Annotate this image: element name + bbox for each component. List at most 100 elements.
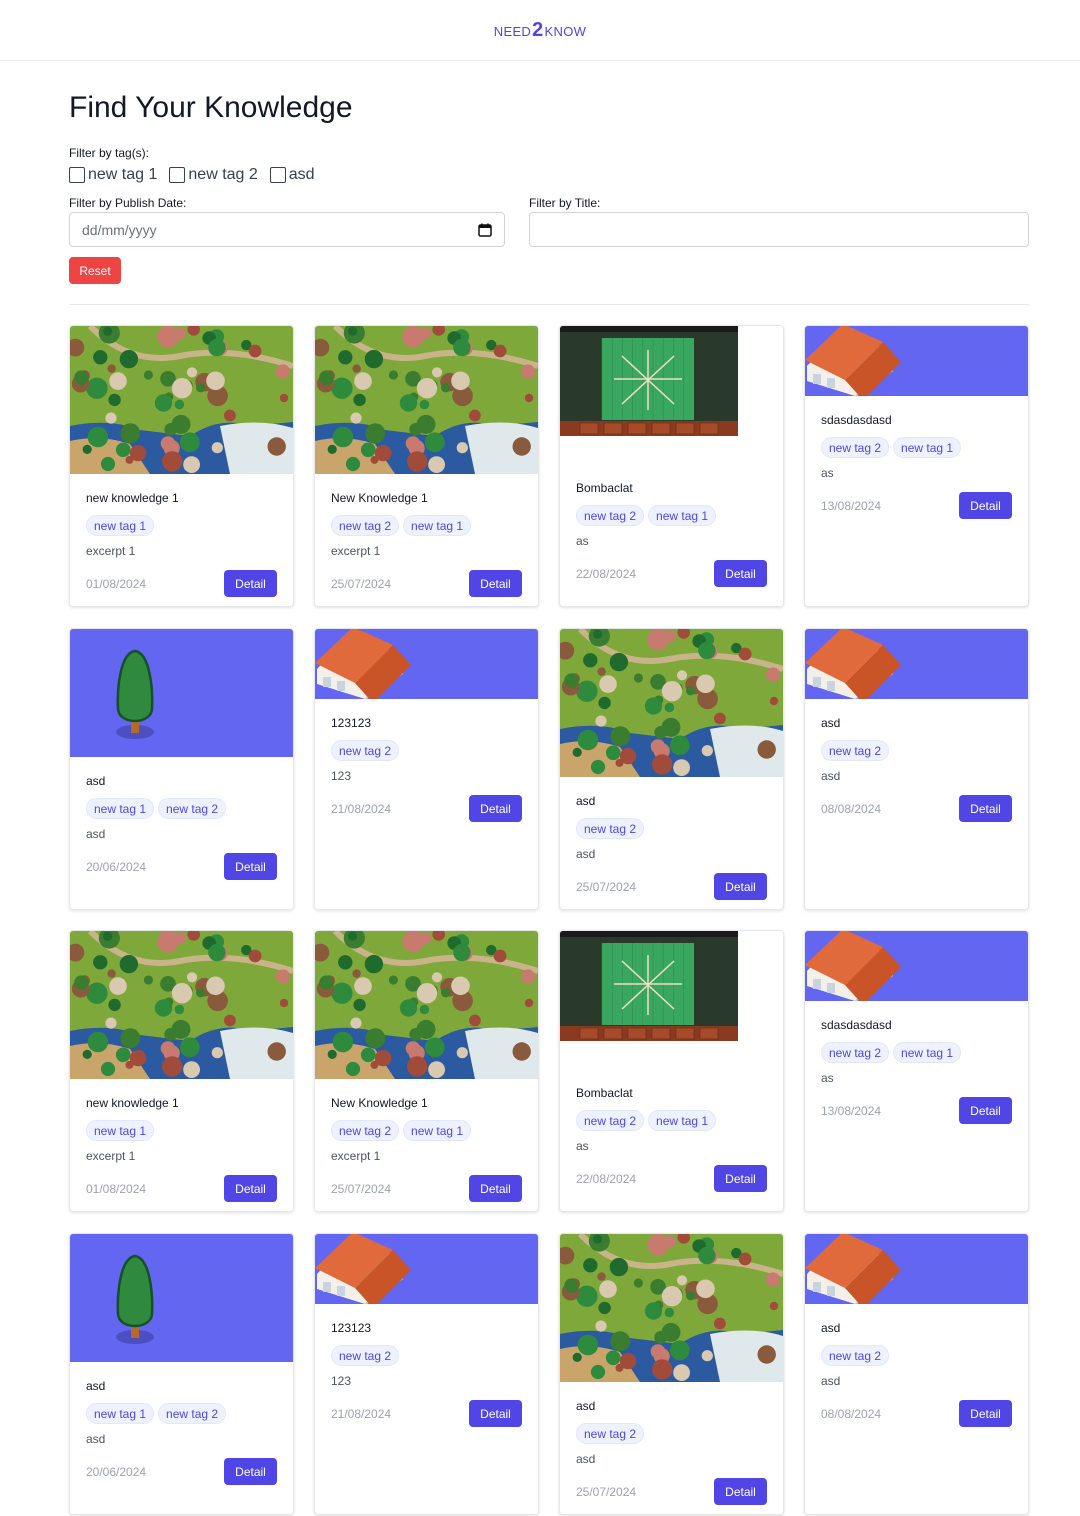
publish-date: 20/06/2024 <box>86 859 147 874</box>
knowledge-card[interactable]: asd new tag 1 new tag 2 asd 20/06/2024 Detail <box>69 1233 294 1515</box>
tag-filter-label-text: new tag 1 <box>88 166 158 183</box>
card-footer: 20/06/2024 Detail <box>86 1458 277 1485</box>
knowledge-card[interactable]: 123123 new tag 2 123 21/08/2024 Detail <box>314 628 539 910</box>
detail-button[interactable]: Detail <box>224 853 277 880</box>
card-title: Bombaclat <box>576 1086 633 1100</box>
card-title: asd <box>821 1321 841 1335</box>
top-navbar: NEED 2 KNOW <box>0 0 1080 61</box>
knowledge-card[interactable]: sdasdasdasd new tag 2 new tag 1 as 13/08/202… <box>804 325 1029 607</box>
date-filter-input[interactable]: dd/mm/yyyy <box>69 212 505 247</box>
card-body: asd new tag 1 new tag 2 asd 20/06/2024 Detail <box>70 757 293 880</box>
knowledge-card[interactable]: 123123 new tag 2 123 21/08/2024 Detail <box>314 1233 539 1515</box>
card-body: 123123 new tag 2 123 21/08/2024 Detail <box>315 699 538 822</box>
card-excerpt: as <box>576 534 589 548</box>
tag-badge: new tag 1 <box>893 437 962 458</box>
knowledge-card[interactable]: asd new tag 2 asd 08/08/2024 Detail <box>804 1233 1029 1515</box>
card-body: Bombaclat new tag 2 new tag 1 as 22/08/2024 D… <box>560 436 783 587</box>
knowledge-card[interactable]: asd new tag 1 new tag 2 asd 20/06/2024 Detail <box>69 628 294 910</box>
card-excerpt: 123 <box>331 1374 352 1388</box>
detail-button[interactable]: Detail <box>469 1400 522 1427</box>
detail-button[interactable]: Detail <box>224 1175 277 1202</box>
card-title: asd <box>576 1399 596 1413</box>
card-title: new knowledge 1 <box>86 1096 179 1110</box>
card-body: new knowledge 1 new tag 1 excerpt 1 01/08/2… <box>70 474 293 597</box>
calendar-icon[interactable] <box>478 223 492 237</box>
tag-filter-checkbox[interactable] <box>69 167 85 183</box>
tag-badge: new tag 2 <box>576 505 645 526</box>
tag-filter-option[interactable]: new tag 1 <box>69 166 157 184</box>
publish-date: 13/08/2024 <box>821 1103 882 1118</box>
reset-button[interactable]: Reset <box>69 257 121 284</box>
card-excerpt: asd <box>576 1452 596 1466</box>
detail-button[interactable]: Detail <box>714 873 767 900</box>
detail-button[interactable]: Detail <box>714 1478 767 1505</box>
card-title: Bombaclat <box>576 481 633 495</box>
detail-button[interactable]: Detail <box>469 795 522 822</box>
detail-button[interactable]: Detail <box>959 1400 1012 1427</box>
card-body: asd new tag 1 new tag 2 asd 20/06/2024 Detail <box>70 1362 293 1485</box>
detail-button[interactable]: Detail <box>959 492 1012 519</box>
detail-button[interactable]: Detail <box>714 1165 767 1192</box>
publish-date: 01/08/2024 <box>86 1181 147 1196</box>
card-body: asd new tag 2 asd 25/07/2024 Detail <box>560 1382 783 1505</box>
card-footer: 21/08/2024 Detail <box>331 795 522 822</box>
detail-button[interactable]: Detail <box>959 795 1012 822</box>
knowledge-card[interactable]: New Knowledge 1 new tag 2 new tag 1 excerpt… <box>314 325 539 607</box>
house-thumbnail <box>805 931 1028 1001</box>
card-excerpt: asd <box>86 1432 106 1446</box>
date-placeholder: dd/mm/yyyy <box>82 221 157 238</box>
card-excerpt: excerpt 1 <box>86 544 136 558</box>
detail-button[interactable]: Detail <box>714 560 767 587</box>
detail-button[interactable]: Detail <box>469 570 522 597</box>
knowledge-card[interactable]: new knowledge 1 new tag 1 excerpt 1 01/08/2… <box>69 325 294 607</box>
card-excerpt: as <box>576 1139 589 1153</box>
knowledge-card[interactable]: asd new tag 2 asd 25/07/2024 Detail <box>559 1233 784 1515</box>
card-excerpt: as <box>821 466 834 480</box>
tag-badge: new tag 2 <box>821 1345 890 1366</box>
card-footer: 01/08/2024 Detail <box>86 1175 277 1202</box>
knowledge-card[interactable]: New Knowledge 1 new tag 2 new tag 1 excerpt… <box>314 930 539 1212</box>
detail-button[interactable]: Detail <box>224 570 277 597</box>
card-body: asd new tag 2 asd 25/07/2024 Detail <box>560 777 783 900</box>
detail-button[interactable]: Detail <box>469 1175 522 1202</box>
publish-date: 25/07/2024 <box>331 1181 392 1196</box>
knowledge-card[interactable]: Bombaclat new tag 2 new tag 1 as 22/08/2024 D… <box>559 325 784 607</box>
card-excerpt: asd <box>576 847 596 861</box>
card-footer: 20/06/2024 Detail <box>86 853 277 880</box>
publish-date: 21/08/2024 <box>331 1406 392 1421</box>
logo-text-need: NEED <box>493 24 532 39</box>
tag-filter-option[interactable]: new tag 2 <box>169 166 258 184</box>
card-title: 123123 <box>331 1321 372 1335</box>
knowledge-card[interactable]: sdasdasdasd new tag 2 new tag 1 as 13/08/202… <box>804 930 1029 1212</box>
tag-badge: new tag 2 <box>821 437 890 458</box>
card-footer: 01/08/2024 Detail <box>86 570 277 597</box>
date-filter-label: Filter by Publish Date: <box>69 196 187 210</box>
title-filter-input[interactable] <box>529 212 1029 247</box>
tag-filter-group: new tag 1 new tag 2 asd <box>69 165 315 185</box>
house-thumbnail <box>805 1234 1028 1304</box>
detail-button[interactable]: Detail <box>224 1458 277 1485</box>
card-title: asd <box>86 1379 106 1393</box>
forest-map-thumbnail <box>315 326 538 474</box>
house-thumbnail <box>805 629 1028 699</box>
card-body: sdasdasdasd new tag 2 new tag 1 as 13/08/202… <box>805 396 1028 519</box>
house-thumbnail <box>315 629 538 699</box>
knowledge-card[interactable]: asd new tag 2 asd 25/07/2024 Detail <box>559 628 784 910</box>
publish-date: 01/08/2024 <box>86 576 147 591</box>
knowledge-card[interactable]: new knowledge 1 new tag 1 excerpt 1 01/08/2… <box>69 930 294 1212</box>
tag-badge: new tag 2 <box>158 798 227 819</box>
tag-filter-checkbox[interactable] <box>269 167 286 183</box>
card-tags: new tag 1 <box>86 1120 277 1142</box>
card-footer: 25/07/2024 Detail <box>576 873 767 900</box>
tag-badge: new tag 1 <box>86 1403 155 1424</box>
card-body: new knowledge 1 new tag 1 excerpt 1 01/08/2… <box>70 1079 293 1202</box>
tag-filter-option[interactable]: asd <box>269 166 315 184</box>
card-title: sdasdasdasd <box>821 1018 892 1032</box>
knowledge-card[interactable]: Bombaclat new tag 2 new tag 1 as 22/08/2024 D… <box>559 930 784 1212</box>
card-excerpt: asd <box>86 827 106 841</box>
tag-filter-checkbox[interactable] <box>169 167 186 183</box>
publish-date: 08/08/2024 <box>821 1406 882 1421</box>
knowledge-card[interactable]: asd new tag 2 asd 08/08/2024 Detail <box>804 628 1029 910</box>
brand-logo[interactable]: NEED 2 KNOW <box>494 20 586 40</box>
detail-button[interactable]: Detail <box>959 1097 1012 1124</box>
